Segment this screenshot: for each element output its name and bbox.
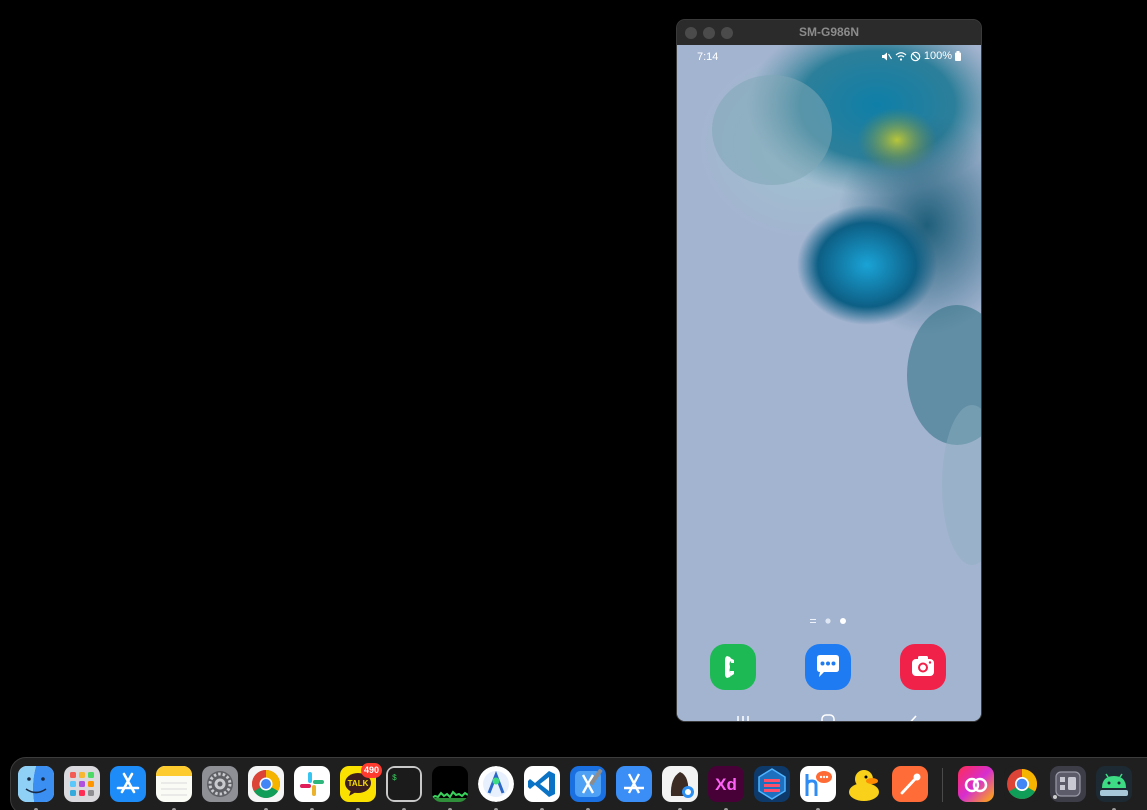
page-indicator[interactable] [807,616,851,626]
simulator-icon [616,766,652,802]
desktop: SM-G986N 7:14 100% TALK 490 $ Xd [0,0,1147,810]
back-icon [910,715,917,721]
adobe-xd-app[interactable]: Xd [708,766,744,802]
home-button[interactable] [811,709,845,721]
terminal-icon: $ [386,766,422,802]
chrome-icon [248,766,284,802]
creative-cloud-app[interactable] [958,766,994,802]
android-studio-app[interactable] [478,766,514,802]
creative-cloud-icon [958,766,994,802]
status-bar: 7:14 100% [677,45,981,69]
app-store-app[interactable] [110,766,146,802]
messages-app-icon[interactable] [805,644,851,690]
wifi-icon [895,51,907,61]
phone-app-icon[interactable] [710,644,756,690]
keychain-indicator [1053,795,1057,799]
vscode-app[interactable] [524,766,560,802]
vscode-icon [524,766,560,802]
sequel-ace-app[interactable] [662,766,698,802]
sequel-ace-icon [662,766,698,802]
android-emulator-icon [1096,766,1132,802]
battery-percent: 100% [923,50,952,62]
hiworks-icon [800,766,836,802]
cyberduck-app[interactable] [846,766,882,802]
page-dot-current [840,618,846,624]
do-not-disturb-icon [910,51,921,61]
adobe-xd-icon: Xd [708,766,744,802]
hiworks-app[interactable] [800,766,836,802]
terminal-prompt: $ [392,774,397,783]
page-indicator-menu-icon [810,619,816,623]
android-studio-icon [478,766,514,802]
launchpad-icon [64,766,100,802]
kakaotalk-badge: 490 [361,763,383,778]
page-dot-home-icon [825,618,831,624]
navigation-bar [677,709,981,721]
notes-icon [156,766,192,802]
chrome-app[interactable] [248,766,284,802]
slack-icon [294,766,330,802]
home-icon [821,714,835,721]
system-preferences-icon [202,766,238,802]
window-title: SM-G986N [798,25,860,39]
app-store-icon [110,766,146,802]
chrome-second-app[interactable] [1004,766,1040,802]
status-icons: 100% [881,50,961,62]
battery-icon [955,51,961,61]
recent-apps-icon [737,716,749,721]
android-emulator-app[interactable] [1096,766,1132,802]
slack-app[interactable] [294,766,330,802]
status-time: 7:14 [697,51,719,63]
postman-icon [892,766,928,802]
phone-icon [725,656,734,678]
activity-monitor-app[interactable] [432,766,468,802]
emulator-titlebar[interactable]: SM-G986N [677,20,981,45]
cyberduck-icon [849,770,879,801]
dock-separator [942,768,943,802]
finder-icon [18,766,54,802]
notes-app[interactable] [156,766,192,802]
sourcetree-app[interactable] [754,766,790,802]
emulator-window: SM-G986N 7:14 100% [677,20,981,721]
simulator-app[interactable] [616,766,652,802]
sourcetree-icon [754,766,790,802]
messages-icon [817,655,839,677]
xcode-app[interactable] [570,766,606,802]
mac-dock: TALK 490 $ Xd [10,757,1147,810]
postman-app[interactable] [892,766,928,802]
adobe-xd-label: Xd [715,775,737,794]
camera-app-icon[interactable] [900,644,946,690]
mute-icon [881,52,892,60]
recent-apps-button[interactable] [726,709,760,721]
camera-icon [912,656,934,676]
phone-screen[interactable]: 7:14 100% [677,45,981,721]
finder-app[interactable] [18,766,54,802]
system-preferences-app[interactable] [202,766,238,802]
xcode-icon [570,766,606,802]
kakaotalk-label: TALK [348,779,369,788]
back-button[interactable] [896,709,930,721]
activity-monitor-icon [432,766,468,802]
launchpad-app[interactable] [64,766,100,802]
terminal-app[interactable]: $ [386,766,422,802]
chrome-icon [1004,766,1040,802]
